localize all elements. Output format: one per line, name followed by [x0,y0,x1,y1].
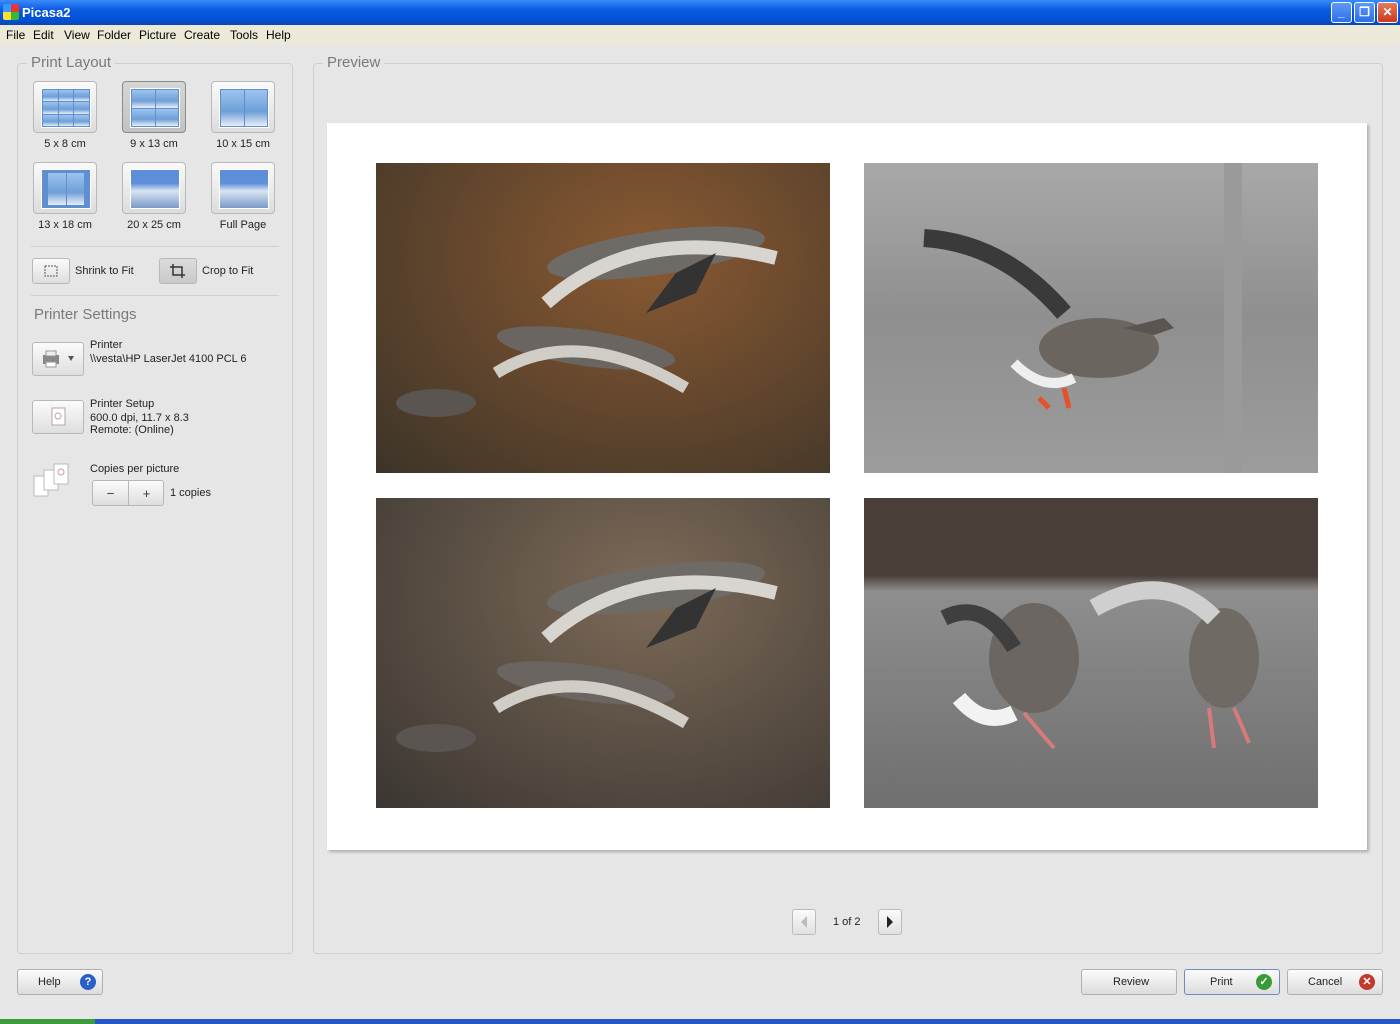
layout-20x25-label: 20 x 25 cm [127,219,181,231]
grid-4-icon [130,88,180,128]
preview-photo-geese-ice [864,498,1318,808]
close-window-button[interactable]: ✕ [1377,2,1398,23]
layout-5x8-label: 5 x 8 cm [44,138,86,150]
cancel-button-label: Cancel [1308,976,1343,988]
menu-bar: File Edit View Folder Picture Create Too… [0,25,1400,45]
separator [31,295,279,296]
mountain-icon [130,169,180,209]
preview-legend: Preview [323,54,385,71]
grid-2-small-icon [41,169,91,209]
menu-help[interactable]: Help [266,28,291,42]
copies-increment-button[interactable]: + [129,486,164,501]
copies-value: 1 copies [170,487,211,499]
page-indicator: 1 of 2 [833,916,861,928]
menu-create[interactable]: Create [184,28,220,42]
preview-photo-geese-flying-1 [376,163,830,473]
copies-label: Copies per picture [90,463,180,475]
printer-setup-status: Remote: (Online) [90,424,174,436]
crop-to-fit-button[interactable] [159,258,197,284]
previous-page-button[interactable] [792,909,816,935]
help-icon: ? [80,974,96,990]
preview-photo-geese-flying-2 [376,498,830,808]
grid-6-icon [41,88,91,128]
next-page-button[interactable] [878,909,902,935]
crop-to-fit-label: Crop to Fit [202,265,254,277]
layout-9x13-button[interactable] [122,81,186,133]
crop-icon [170,264,185,278]
printer-name: \\vesta\HP LaserJet 4100 PCL 6 [90,353,247,365]
mountain-full-icon [219,169,269,209]
shrink-to-fit-button[interactable] [32,258,70,284]
layout-10x15-button[interactable] [211,81,275,133]
help-button[interactable]: Help ? [17,969,103,995]
geese-on-ice-image [940,581,1259,750]
layout-9x13-label: 9 x 13 cm [130,138,178,150]
layout-full-page-button[interactable] [211,162,275,214]
separator [31,246,279,247]
layout-13x18-label: 13 x 18 cm [38,219,92,231]
menu-view[interactable]: View [64,28,90,42]
chevron-left-icon [801,916,807,928]
grid-2-icon [219,88,269,128]
printer-select-button[interactable] [32,342,84,376]
copies-decrement-button[interactable]: − [93,486,128,501]
layout-5x8-button[interactable] [33,81,97,133]
copies-stepper: − + [92,480,164,506]
layout-13x18-button[interactable] [33,162,97,214]
layout-20x25-button[interactable] [122,162,186,214]
help-button-label: Help [38,976,61,988]
chevron-right-icon [887,916,893,928]
picasa-app-icon [3,4,19,20]
minimize-button[interactable]: _ [1331,2,1352,23]
printer-icon [43,350,74,368]
geese-flying-image [396,226,778,417]
page-setup-icon [51,407,66,426]
window-title: Picasa2 [22,5,71,20]
start-button[interactable] [0,1019,95,1024]
copies-icon [33,463,69,497]
printer-setup-button[interactable] [32,400,84,434]
printer-setup-label: Printer Setup [90,398,155,410]
shrink-to-fit-label: Shrink to Fit [75,265,134,277]
menu-folder[interactable]: Folder [97,28,131,42]
printer-label: Printer [90,339,123,351]
cancel-button[interactable]: Cancel ✕ [1287,969,1383,995]
layout-10x15-label: 10 x 15 cm [216,138,270,150]
check-icon: ✓ [1256,974,1272,990]
shrink-icon [44,265,58,277]
menu-edit[interactable]: Edit [33,28,54,42]
cancel-x-icon: ✕ [1359,974,1375,990]
review-button-label: Review [1113,976,1150,988]
restore-button[interactable]: ❐ [1354,2,1375,23]
menu-tools[interactable]: Tools [230,28,258,42]
taskbar [0,1019,1400,1024]
print-layout-legend: Print Layout [27,54,116,71]
layout-full-page-label: Full Page [219,219,267,231]
printer-settings-legend: Printer Settings [30,306,141,323]
review-button[interactable]: Review [1081,969,1177,995]
menu-picture[interactable]: Picture [139,28,176,42]
print-button-label: Print [1210,976,1233,988]
menu-file[interactable]: File [6,28,25,42]
title-bar: Picasa2 _ ❐ ✕ [0,0,1400,25]
preview-photo-goose-landing [864,163,1318,473]
goose-landing-image [923,163,1242,473]
geese-flying-image [396,561,778,752]
print-button[interactable]: Print ✓ [1184,969,1280,995]
